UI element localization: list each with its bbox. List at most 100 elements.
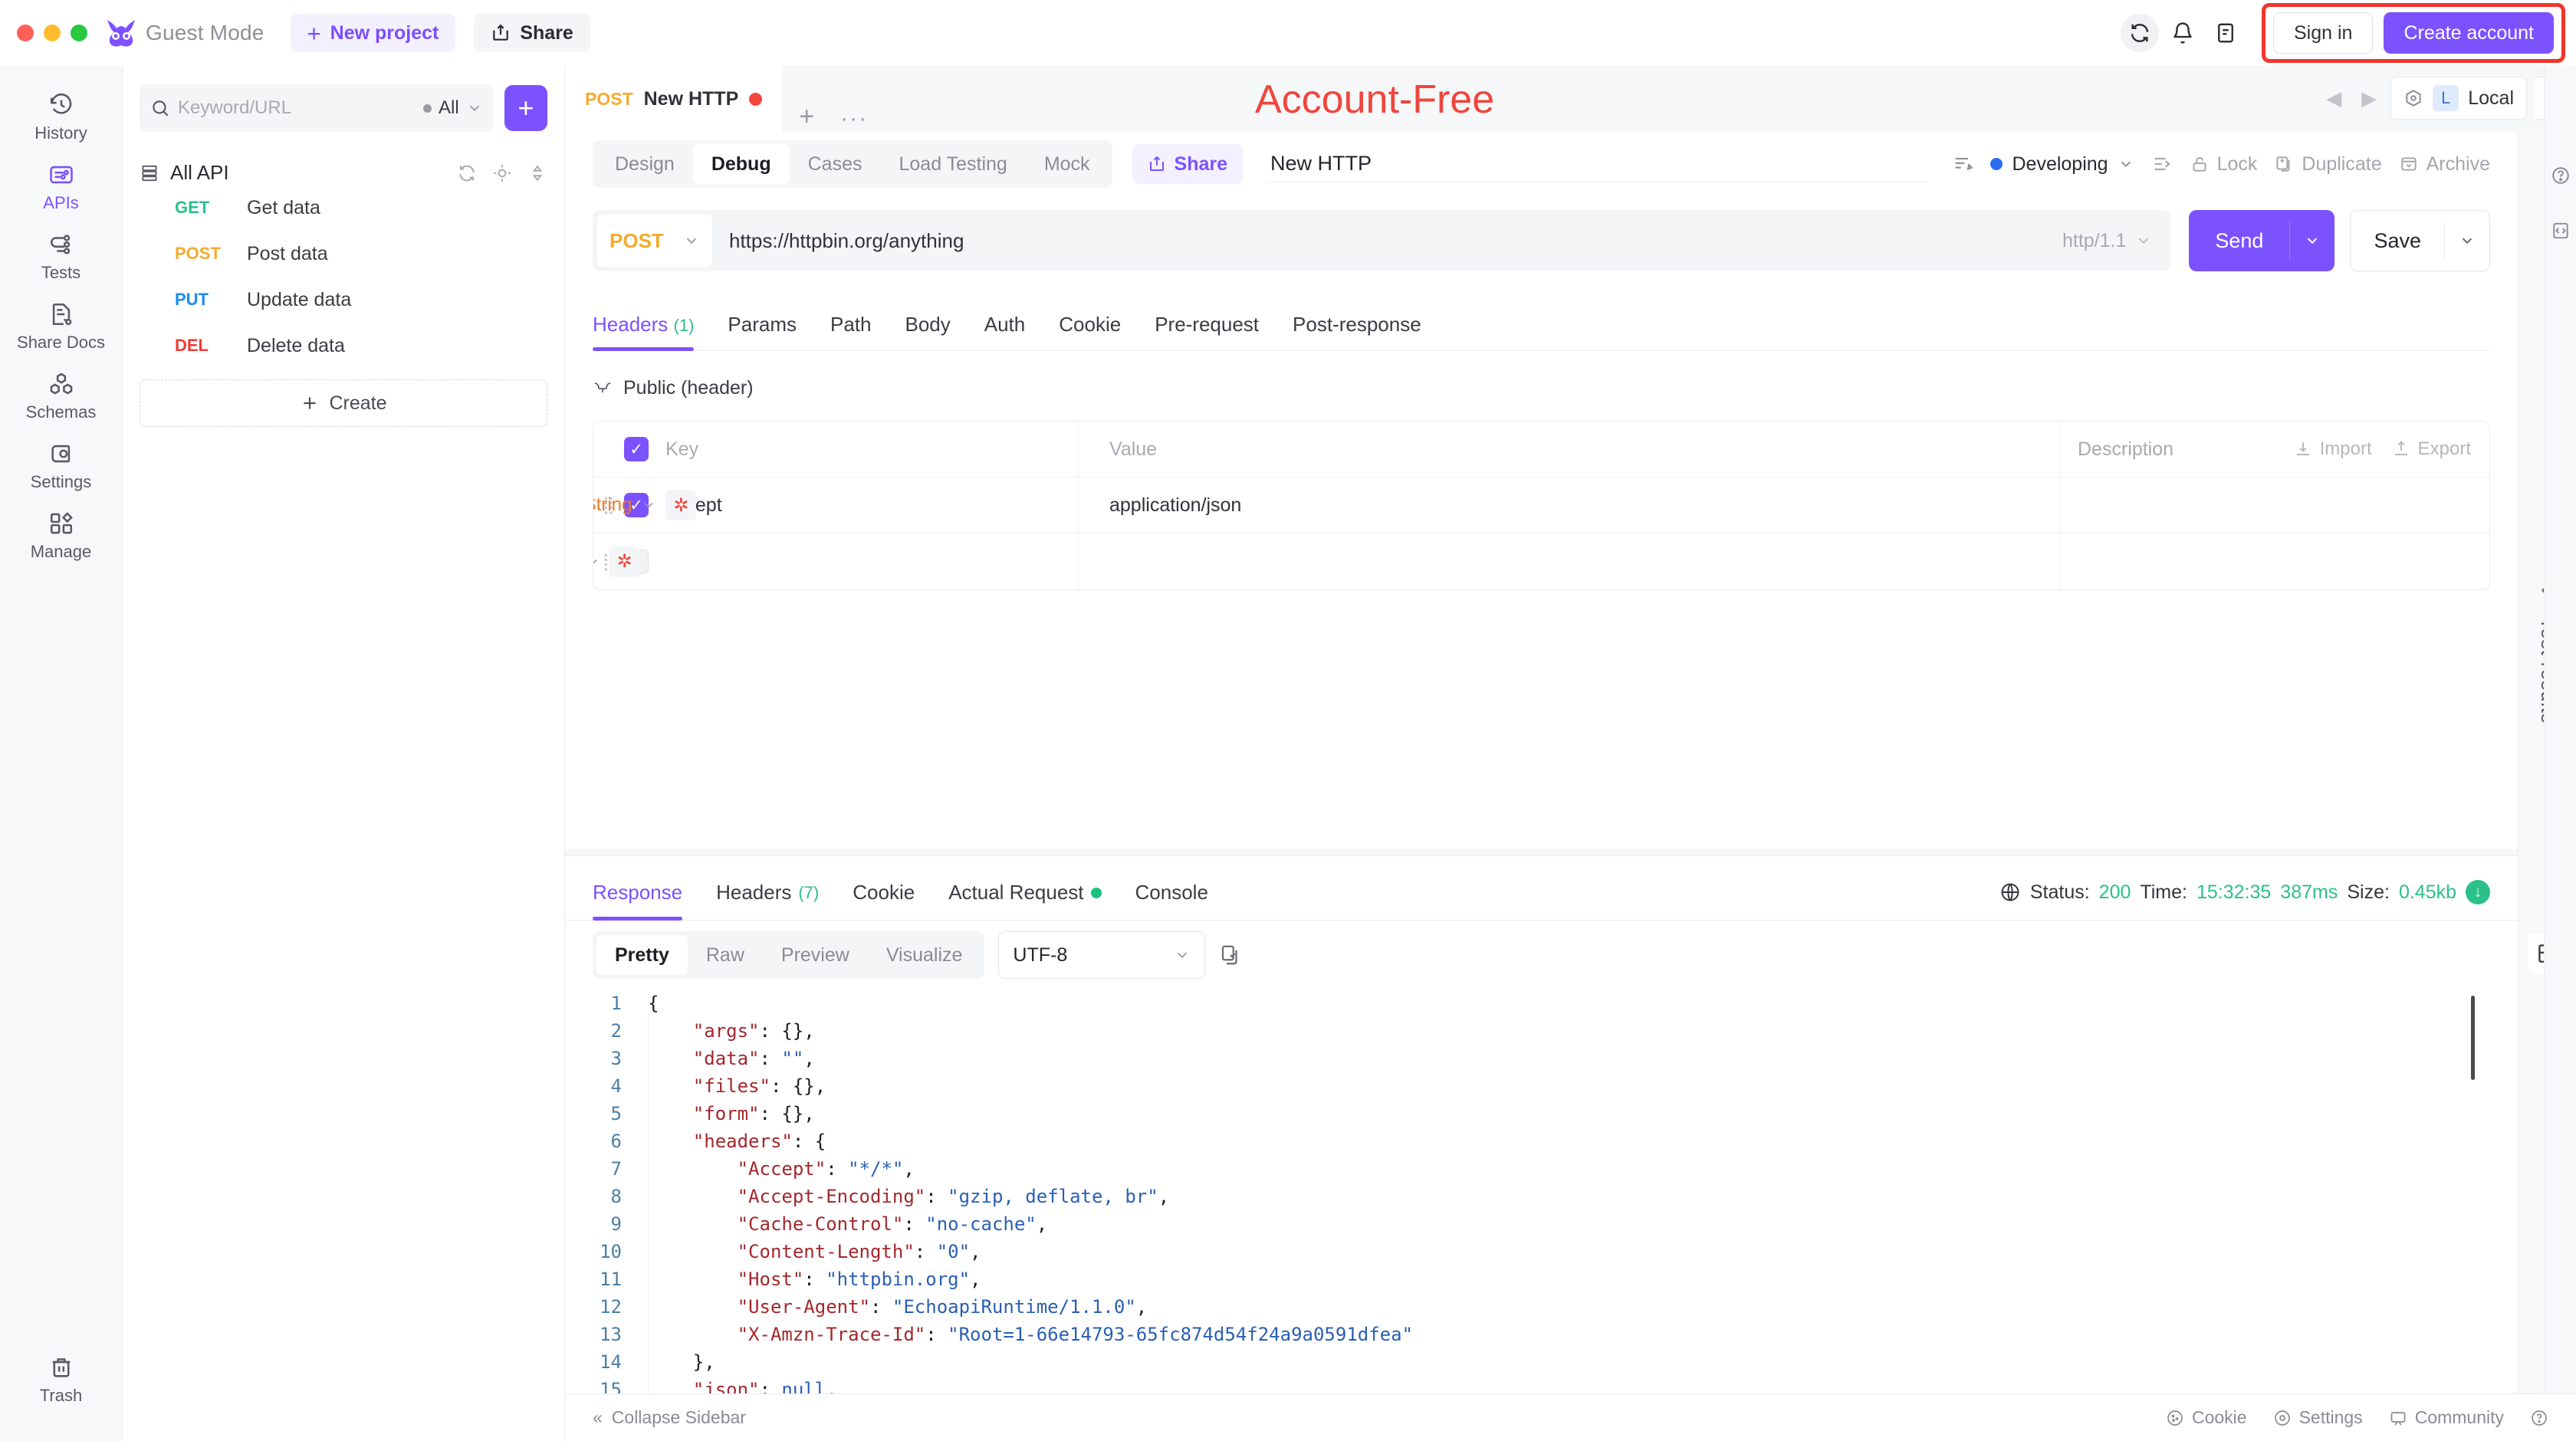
minimize-window-button[interactable] <box>44 25 61 41</box>
tab-response-cookie[interactable]: Cookie <box>853 881 915 920</box>
sidebar-item-share-docs[interactable]: Share Docs <box>0 290 123 360</box>
share-request-button[interactable]: Share <box>1132 144 1244 184</box>
save-button[interactable]: Save <box>2350 210 2490 271</box>
view-visualize[interactable]: Visualize <box>868 935 981 975</box>
sidebar-item-settings[interactable]: Settings <box>0 430 123 500</box>
list-item[interactable]: POST Post data <box>140 231 547 277</box>
new-tab-button[interactable]: + <box>782 102 831 132</box>
status-cookie-button[interactable]: Cookie <box>2166 1407 2247 1428</box>
view-raw[interactable]: Raw <box>688 935 763 975</box>
create-api-button[interactable]: Create <box>140 379 547 427</box>
tab-response-headers[interactable]: Headers (7) <box>716 881 819 920</box>
tab-response[interactable]: Response <box>593 881 683 921</box>
tab-actual-request[interactable]: Actual Request <box>948 881 1102 920</box>
tab-console[interactable]: Console <box>1135 881 1208 920</box>
save-options-button[interactable] <box>2445 232 2489 249</box>
chevron-down-icon[interactable] <box>641 497 656 513</box>
collapse-sidebar-button[interactable]: « Collapse Sidebar <box>593 1407 746 1428</box>
tab-mock[interactable]: Mock <box>1026 144 1109 184</box>
export-button[interactable]: Export <box>2392 438 2471 460</box>
locate-icon[interactable] <box>492 163 512 183</box>
tab-params[interactable]: Params <box>728 313 797 350</box>
code-scrollbar[interactable] <box>2471 996 2475 1080</box>
tab-cases[interactable]: Cases <box>790 144 881 184</box>
search-input[interactable] <box>178 97 416 119</box>
tab-path[interactable]: Path <box>830 313 872 350</box>
tab-overflow-button[interactable]: ··· <box>831 106 877 132</box>
create-account-button[interactable]: Create account <box>2384 12 2554 54</box>
select-all-checkbox[interactable]: ✓ <box>624 437 649 461</box>
nav-forward-icon[interactable]: ▶ <box>2355 87 2383 110</box>
add-api-button[interactable]: + <box>504 85 547 131</box>
search-box[interactable]: All <box>140 84 494 132</box>
import-button[interactable]: Import <box>2294 438 2372 460</box>
request-name-field[interactable] <box>1267 146 1927 182</box>
row-required-toggle[interactable]: ✲ <box>609 546 640 577</box>
tab-pre-request[interactable]: Pre-request <box>1155 313 1259 350</box>
edit-description-icon[interactable] <box>1952 153 1974 175</box>
url-input[interactable] <box>712 228 2062 253</box>
environment-selector[interactable]: L Local <box>2390 77 2527 120</box>
tab-body[interactable]: Body <box>905 313 950 350</box>
chevron-down-icon[interactable] <box>593 554 600 570</box>
tab-debug[interactable]: Debug <box>692 144 790 184</box>
share-button[interactable]: Share <box>474 14 590 52</box>
request-status-dropdown[interactable]: Developing <box>1990 153 2134 176</box>
refresh-icon[interactable] <box>457 163 477 183</box>
code-panel-icon[interactable] <box>2551 221 2571 241</box>
list-item[interactable]: GET Get data <box>140 185 547 231</box>
sidebar-item-schemas[interactable]: Schemas <box>0 360 123 430</box>
download-response-button[interactable]: ↓ <box>2466 880 2490 904</box>
lock-button[interactable]: Lock <box>2190 153 2257 176</box>
move-icon[interactable] <box>2151 153 2173 175</box>
tab-load-testing[interactable]: Load Testing <box>880 144 1025 184</box>
method-dropdown[interactable]: POST <box>597 215 712 267</box>
row-value-cell[interactable]: application/json <box>1078 477 2060 533</box>
row-key-cell[interactable]: String ✲ <box>593 546 1078 577</box>
status-community-button[interactable]: Community <box>2389 1407 2504 1428</box>
archive-button[interactable]: Archive <box>2399 153 2490 176</box>
tab-headers[interactable]: Headers (1) <box>593 313 695 351</box>
row-description-cell[interactable] <box>2060 477 2489 533</box>
sign-in-button[interactable]: Sign in <box>2273 12 2374 54</box>
row-required-toggle[interactable]: ✲ <box>665 490 697 520</box>
encoding-dropdown[interactable]: UTF-8 <box>998 931 1206 979</box>
sidebar-item-tests[interactable]: Tests <box>0 221 123 290</box>
list-item[interactable]: PUT Update data <box>140 277 547 323</box>
response-body-code[interactable]: 1{2 "args": {}, 3 "data": "", 4 "files": {… <box>593 990 2518 1419</box>
tab-cookie[interactable]: Cookie <box>1059 313 1121 350</box>
close-window-button[interactable] <box>17 25 34 41</box>
sync-button[interactable] <box>2121 14 2159 52</box>
http-version-dropdown[interactable]: http/1.1 <box>2062 230 2170 252</box>
notifications-button[interactable] <box>2164 14 2202 52</box>
view-pretty[interactable]: Pretty <box>596 935 688 975</box>
docs-button[interactable] <box>2206 14 2245 52</box>
row-description-cell[interactable] <box>2060 533 2489 589</box>
send-options-button[interactable] <box>2290 232 2334 249</box>
nav-back-icon[interactable]: ◀ <box>2320 87 2348 110</box>
tab-design[interactable]: Design <box>596 144 693 184</box>
list-item[interactable]: DEL Delete data <box>140 323 547 369</box>
maximize-window-button[interactable] <box>71 25 87 41</box>
request-name-input[interactable] <box>1267 146 1927 182</box>
view-preview[interactable]: Preview <box>763 935 868 975</box>
status-settings-button[interactable]: Settings <box>2273 1407 2363 1428</box>
api-filter-dropdown[interactable]: All <box>423 97 483 119</box>
duplicate-button[interactable]: Duplicate <box>2274 153 2382 176</box>
help-circle-icon[interactable] <box>2551 166 2571 185</box>
sort-icon[interactable] <box>527 163 547 183</box>
new-project-button[interactable]: + New project <box>290 14 456 52</box>
all-api-group-header[interactable]: All API <box>140 161 547 185</box>
sidebar-item-trash[interactable]: Trash <box>0 1344 123 1413</box>
copy-icon[interactable] <box>1219 944 1242 967</box>
row-key-cell[interactable]: accept String ✲ <box>593 490 1078 520</box>
tab-new-http[interactable]: POST New HTTP <box>565 66 783 132</box>
status-help-button[interactable] <box>2530 1409 2548 1427</box>
public-header-group[interactable]: Public (header) <box>593 377 2518 399</box>
tab-post-response[interactable]: Post-response <box>1293 313 1421 350</box>
row-value-cell[interactable] <box>1078 533 2060 589</box>
sidebar-item-history[interactable]: History <box>0 81 123 151</box>
sidebar-item-manage[interactable]: Manage <box>0 500 123 570</box>
send-button[interactable]: Send <box>2189 210 2335 271</box>
sidebar-item-apis[interactable]: APIs <box>0 151 123 221</box>
